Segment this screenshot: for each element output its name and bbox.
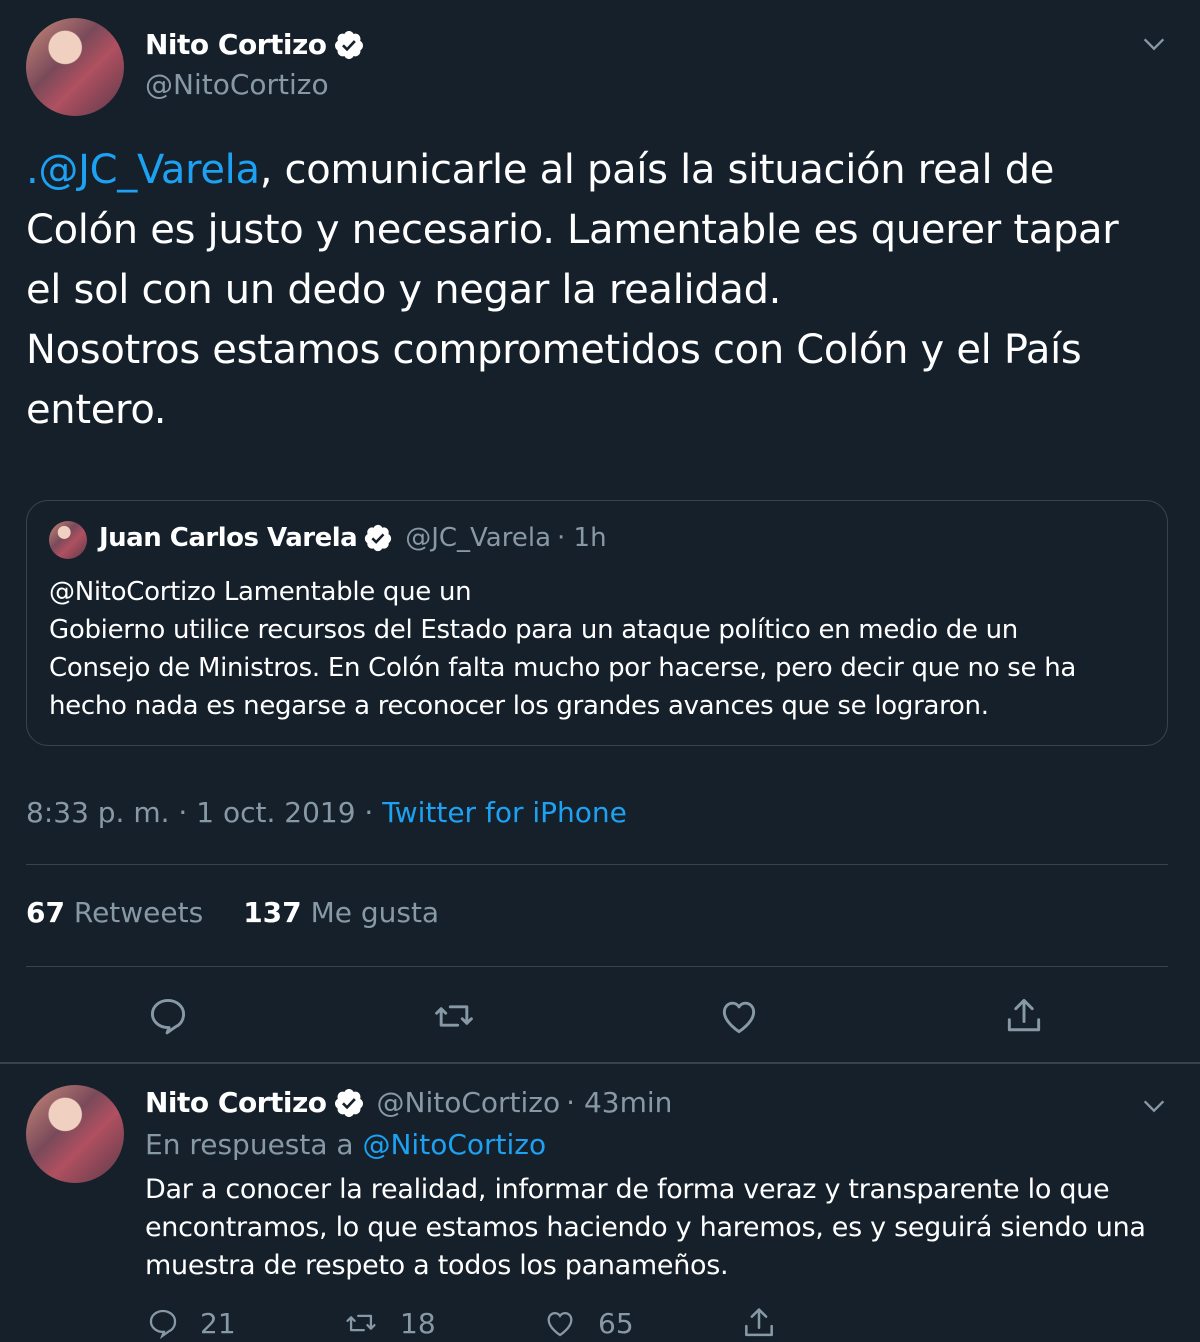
chevron-down-icon[interactable] [1140,30,1168,58]
tweet-source[interactable]: Twitter for iPhone [382,796,627,829]
reply-icon [149,1309,177,1340]
tweet-text: .@JC_Varela, comunicarle al país la situ… [26,140,1176,440]
reply-author-handle[interactable]: @NitoCortizo [377,1086,561,1119]
reply-retweet-action[interactable]: 18 [342,1306,436,1340]
divider [26,864,1168,865]
author-name-row[interactable]: Nito Cortizo [145,28,365,61]
in-reply-handle[interactable]: @NitoCortizo [362,1128,546,1161]
retweets-count: 67 [26,896,65,929]
tweet-stats: 67 Retweets 137 Me gusta [26,896,439,929]
quoted-author-handle: @JC_Varela [405,523,551,553]
like-count: 65 [598,1306,634,1340]
quoted-time: · 1h [557,523,607,553]
author-avatar[interactable] [26,18,124,116]
tweet-meta: 8:33 p. m. · 1 oct. 2019 · Twitter for i… [26,796,627,829]
reply-like-action[interactable]: 65 [542,1306,634,1340]
author-handle[interactable]: @NitoCortizo [145,68,329,101]
reply-header: Nito Cortizo @NitoCortizo · 43min [145,1086,672,1119]
quoted-author-avatar [49,521,87,559]
tweet-timestamp[interactable]: 8:33 p. m. · 1 oct. 2019 · [26,796,382,829]
like-icon [547,1311,573,1337]
quoted-header: Juan Carlos Varela @JC_Varela · 1h [99,523,607,553]
likes-label: Me gusta [310,896,440,929]
verified-badge-icon [365,524,392,552]
quoted-text: @NitoCortizo Lamentable que un Gobierno … [49,577,1077,721]
quoted-author-name: Juan Carlos Varela [99,523,358,553]
divider [26,966,1168,967]
reply-text: Dar a conocer la realidad, informar de f… [145,1174,1146,1281]
reply-icon[interactable] [146,994,190,1038]
retweet-icon [346,1314,376,1332]
in-reply-to: En respuesta a @NitoCortizo [145,1128,546,1161]
share-icon[interactable] [1002,994,1046,1038]
reply-time[interactable]: · 43min [566,1086,672,1119]
section-separator [0,1062,1200,1064]
retweets-label: Retweets [73,896,204,929]
quoted-tweet[interactable]: Juan Carlos Varela @JC_Varela · 1h @Nito… [26,500,1168,746]
like-icon[interactable] [717,994,761,1038]
share-icon[interactable] [740,1304,778,1342]
retweet-icon[interactable] [432,994,476,1038]
verified-badge-icon [334,1088,363,1117]
reply-author-name[interactable]: Nito Cortizo [145,1086,327,1119]
in-reply-label: En respuesta a [145,1128,363,1161]
retweets-stat[interactable]: 67 Retweets [26,896,203,929]
likes-count: 137 [243,896,302,929]
verified-badge-icon [334,30,363,59]
retweet-count: 18 [400,1306,436,1340]
reply-reply-action[interactable]: 21 [146,1306,236,1340]
mention-link[interactable]: .@JC_Varela [26,147,260,193]
likes-stat[interactable]: 137 Me gusta [243,896,439,929]
reply-count: 21 [200,1306,236,1340]
chevron-down-icon[interactable] [1140,1092,1168,1120]
author-name[interactable]: Nito Cortizo [145,28,327,61]
reply-author-avatar[interactable] [26,1085,124,1183]
